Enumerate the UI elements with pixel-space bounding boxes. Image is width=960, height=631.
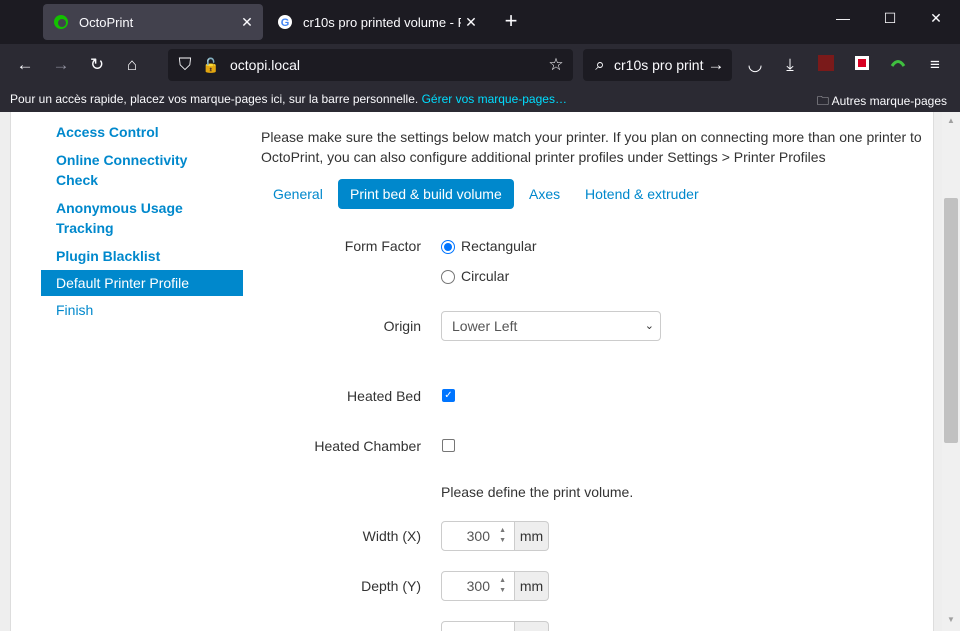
menu-icon[interactable]: ≡ [924, 54, 946, 76]
tab-hotend-extruder[interactable]: Hotend & extruder [585, 179, 699, 209]
width-input-group: 300 ▲ ▼ mm [441, 521, 549, 551]
search-query[interactable]: cr10s pro print [614, 57, 703, 73]
extension-icon[interactable] [815, 54, 837, 76]
search-bar[interactable]: ⌕ cr10s pro print → [583, 49, 732, 81]
folder-icon: 🗀 [816, 94, 829, 108]
origin-label: Origin [383, 318, 421, 334]
chevron-down-icon: ⌄ [644, 320, 654, 332]
back-icon[interactable]: ← [14, 54, 36, 76]
intro-text: Please make sure the settings below matc… [261, 129, 922, 165]
pocket-icon[interactable]: ◡ [744, 54, 766, 76]
form-factor-label: Form Factor [344, 238, 421, 254]
google-icon: G [278, 15, 292, 29]
bookmarks-message: Pour un accès rapide, placez vos marque-… [10, 92, 567, 106]
insecure-lock-icon[interactable]: 🔓 [200, 54, 222, 76]
depth-value: 300 [466, 578, 490, 594]
depth-input[interactable]: 300 ▲ ▼ [441, 571, 515, 601]
reload-icon[interactable]: ↻ [86, 54, 108, 76]
print-volume-hint: Please define the print volume. [441, 484, 634, 500]
octoprint-icon [54, 15, 68, 29]
scroll-up-icon[interactable]: ▲ [946, 116, 956, 125]
new-tab-button[interactable]: + [500, 10, 522, 32]
rectangular-option-label[interactable]: Rectangular [461, 238, 537, 254]
scrollbar-thumb[interactable] [944, 198, 958, 443]
sidebar-item-finish[interactable]: Finish [41, 296, 243, 324]
height-input-group [441, 621, 549, 631]
depth-label: Depth (Y) [361, 578, 421, 594]
tab-print-bed-build-volume[interactable]: Print bed & build volume [338, 179, 514, 209]
heated-chamber-label: Heated Chamber [314, 438, 421, 454]
download-icon[interactable]: ⤓ [779, 54, 801, 76]
sidebar-item-default-printer-profile[interactable]: Default Printer Profile [41, 270, 243, 296]
other-bookmarks[interactable]: 🗀 Autres marque-pages [817, 92, 947, 113]
bookmarks-message-text: Pour un accès rapide, placez vos marque-… [10, 92, 419, 106]
width-value: 300 [466, 528, 490, 544]
extension-shield-icon[interactable] [851, 54, 873, 76]
bookmarks-toolbar: Pour un accès rapide, placez vos marque-… [0, 86, 960, 112]
maximize-icon[interactable]: ☐ [880, 10, 900, 27]
heated-chamber-checkbox[interactable] [442, 439, 455, 452]
go-arrow-icon[interactable]: → [705, 54, 727, 76]
height-unit [515, 621, 549, 631]
window-close-icon[interactable]: ✕ [926, 10, 946, 27]
tab-axes[interactable]: Axes [529, 179, 560, 209]
sidebar-item-plugin-blacklist[interactable]: Plugin Blacklist [41, 242, 243, 270]
rectangular-radio[interactable] [441, 240, 455, 254]
address-bar[interactable]: ⛉ 🔓 octopi.local ☆ [168, 49, 573, 81]
origin-select[interactable]: Lower Left ⌄ [441, 311, 661, 341]
stepper-arrows-icon[interactable]: ▲ ▼ [499, 576, 506, 596]
page-viewport: ▲ ▼ Access Control Online Connectivity C… [0, 112, 960, 631]
depth-unit: mm [515, 571, 549, 601]
navigation-toolbar: ← → ↻ ⌂ ⛉ 🔓 octopi.local ☆ ⌕ cr10s pro p… [0, 44, 960, 86]
shield-icon[interactable]: ⛉ [174, 54, 196, 76]
origin-selected-value: Lower Left [452, 318, 518, 334]
heated-bed-checkbox[interactable]: ✓ [442, 389, 455, 402]
width-label: Width (X) [362, 528, 421, 544]
circular-option-label[interactable]: Circular [461, 268, 509, 284]
circular-radio[interactable] [441, 270, 455, 284]
printer-profile-panel: Please make sure the settings below matc… [261, 112, 931, 631]
width-input[interactable]: 300 ▲ ▼ [441, 521, 515, 551]
wizard-sidebar: Access Control Online Connectivity Check… [41, 112, 243, 324]
browser-tab-bar: OctoPrint ✕ G cr10s pro printed volume -… [0, 0, 960, 44]
depth-input-group: 300 ▲ ▼ mm [441, 571, 549, 601]
forward-icon[interactable]: → [50, 54, 72, 76]
page-margin [933, 112, 942, 631]
tab-general[interactable]: General [273, 179, 323, 209]
manage-bookmarks-link[interactable]: Gérer vos marque-pages… [422, 92, 567, 106]
close-tab-icon[interactable]: ✕ [237, 14, 257, 31]
sidebar-item-access-control[interactable]: Access Control [41, 120, 243, 146]
extension-color-icon[interactable] [887, 54, 909, 76]
width-unit: mm [515, 521, 549, 551]
scroll-down-icon[interactable]: ▼ [946, 615, 956, 624]
tab-google-search[interactable]: G cr10s pro printed volume - Rech ✕ [267, 4, 487, 40]
search-icon: ⌕ [595, 55, 605, 74]
sidebar-item-online-connectivity-check[interactable]: Online Connectivity Check [41, 146, 243, 194]
tab-octoprint[interactable]: OctoPrint ✕ [43, 4, 263, 40]
tab-title: cr10s pro printed volume - Rech [303, 14, 461, 30]
heated-bed-label: Heated Bed [347, 388, 421, 404]
svg-text:G: G [281, 17, 290, 29]
vertical-scrollbar[interactable]: ▲ ▼ [942, 112, 960, 631]
page-margin [0, 112, 11, 631]
sidebar-item-anonymous-usage-tracking[interactable]: Anonymous Usage Tracking [41, 194, 243, 242]
stepper-arrows-icon[interactable]: ▲ ▼ [499, 526, 506, 546]
bookmark-star-icon[interactable]: ☆ [545, 54, 567, 76]
other-bookmarks-label: Autres marque-pages [831, 94, 947, 108]
tab-title: OctoPrint [79, 14, 134, 30]
url-text[interactable]: octopi.local [230, 57, 300, 73]
home-icon[interactable]: ⌂ [121, 54, 143, 76]
close-tab-icon[interactable]: ✕ [461, 14, 481, 31]
height-input[interactable] [441, 621, 515, 631]
minimize-icon[interactable]: — [833, 10, 853, 26]
